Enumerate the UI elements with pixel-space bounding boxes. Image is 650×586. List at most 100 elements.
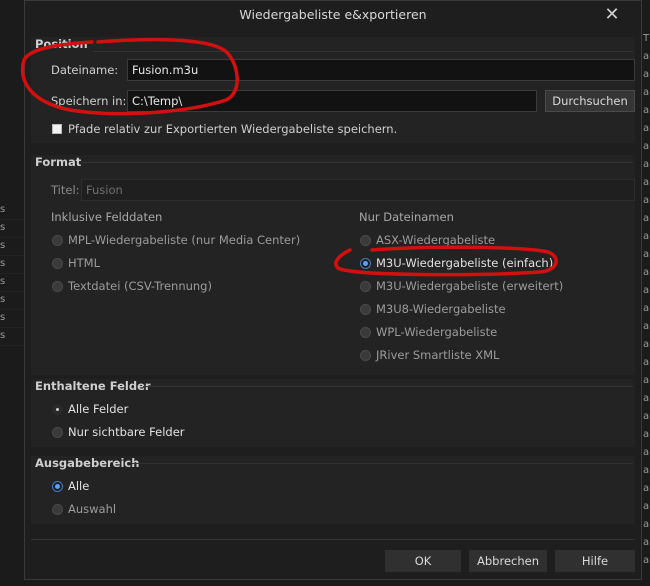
fields-option-visible[interactable]: Nur sichtbare Felder [68,425,185,439]
background-row: s [0,220,24,238]
format-option-wpl[interactable]: WPL-Wiedergabeliste [376,325,497,339]
background-row: a [643,516,650,533]
format-radio-m3u8[interactable] [360,304,371,315]
cancel-button[interactable]: Abbrechen [469,550,547,572]
format-radio-m3u-extended[interactable] [360,281,371,292]
background-row-text: a [643,51,650,62]
format-option-m3u-simple[interactable]: M3U-Wiedergabeliste (einfach) [376,256,553,270]
export-playlist-dialog: Wiedergabeliste e&xportieren ✕ Position … [24,0,642,580]
background-row: a [643,174,650,191]
background-row-text: a [643,555,650,566]
background-row: a [643,408,650,425]
format-option-mpl[interactable]: MPL-Wiedergabeliste (nur Media Center) [68,233,300,247]
format-radio-wpl[interactable] [360,327,371,338]
background-row: a [643,120,650,137]
background-row: a [643,336,650,353]
background-status-strip [0,580,650,586]
background-row: s [0,274,24,292]
background-row: a [643,210,650,227]
format-radio-jriver-xml[interactable] [360,350,371,361]
format-option-csv[interactable]: Textdatei (CSV-Trennung) [68,279,212,293]
format-option-m3u-extended[interactable]: M3U-Wiedergabeliste (erweitert) [376,279,563,293]
background-row: a [643,102,650,119]
fields-header: Enthaltene Felder [35,379,151,393]
dialog-title: Wiedergabeliste e&xportieren [239,7,427,22]
background-row-text: a [643,537,650,548]
background-row-text: a [643,393,650,404]
range-radio-all[interactable] [52,481,63,492]
background-row-text: a [643,429,650,440]
range-option-all[interactable]: Alle [68,479,89,493]
background-list-right: Taaaaaaaaaaaaaaaaaaaaaaaaaaaaa [642,0,650,586]
background-row-text: a [643,123,650,134]
background-row-text: a [643,177,650,188]
background-row: a [643,192,650,209]
section-divider [143,386,633,387]
format-option-asx[interactable]: ASX-Wiedergabeliste [376,233,495,247]
background-row-text: a [643,213,650,224]
background-row-text: a [643,267,650,278]
range-option-selection[interactable]: Auswahl [68,502,116,516]
format-radio-m3u-simple[interactable] [360,258,371,269]
background-row-text: a [643,141,650,152]
dialog-titlebar[interactable]: Wiedergabeliste e&xportieren ✕ [25,1,641,29]
background-row-text: a [643,501,650,512]
background-row-text: a [643,357,650,368]
background-row-text: a [643,447,650,458]
format-option-jriver-xml[interactable]: JRiver Smartliste XML [376,348,499,362]
background-row-text: a [643,303,650,314]
format-option-m3u8[interactable]: M3U8-Wiedergabeliste [376,302,506,316]
background-row-text: a [643,285,650,296]
background-row: a [643,156,650,173]
title-label: Titel: [51,183,80,197]
savein-field[interactable]: C:\Temp\ [127,90,537,112]
fields-radio-all[interactable] [52,404,63,415]
section-divider [131,463,633,464]
format-option-html[interactable]: HTML [68,256,100,270]
background-row: a [643,246,650,263]
relative-paths-label: Pfade relativ zur Exportierten Wiedergab… [68,122,398,136]
fields-radio-visible[interactable] [52,427,63,438]
background-row-text: s [0,330,6,341]
title-field[interactable]: Fusion [81,179,635,201]
format-radio-mpl[interactable] [52,235,63,246]
background-row-text: a [643,321,650,332]
background-row: a [643,282,650,299]
background-row-text: s [0,312,6,323]
filename-label: Dateiname: [51,63,119,77]
background-row: a [643,318,650,335]
filename-field[interactable]: Fusion.m3u [127,59,635,81]
range-radio-selection[interactable] [52,504,63,515]
close-icon: ✕ [604,4,620,25]
background-row: a [643,138,650,155]
background-row: a [643,552,650,569]
relative-paths-checkbox[interactable] [52,124,62,134]
format-radio-asx[interactable] [360,235,371,246]
background-row: a [643,228,650,245]
section-divider [81,162,633,163]
browse-button[interactable]: Durchsuchen [545,90,635,112]
background-row-text: s [0,294,6,305]
close-button[interactable]: ✕ [601,5,623,25]
format-radio-html[interactable] [52,258,63,269]
fields-option-all[interactable]: Alle Felder [68,402,128,416]
background-row: a [643,462,650,479]
help-button[interactable]: Hilfe [555,550,635,572]
background-row-text: a [643,519,650,530]
position-section: Position Dateiname: Fusion.m3u Speichern… [31,37,635,143]
background-row: a [643,372,650,389]
format-header: Format [35,155,82,169]
background-row-text: a [643,231,650,242]
background-row: a [643,264,650,281]
format-radio-csv[interactable] [52,281,63,292]
background-row: a [643,66,650,83]
left-group-label: Inklusive Felddaten [51,210,163,224]
range-section: Ausgabebereich Alle Auswahl [31,456,635,524]
ok-button[interactable]: OK [385,550,461,572]
background-row-text: T [643,33,650,44]
range-header: Ausgabebereich [35,456,140,470]
background-row-text: a [643,69,650,80]
background-row-text: a [643,375,650,386]
background-row: s [0,202,24,220]
background-row: a [643,300,650,317]
